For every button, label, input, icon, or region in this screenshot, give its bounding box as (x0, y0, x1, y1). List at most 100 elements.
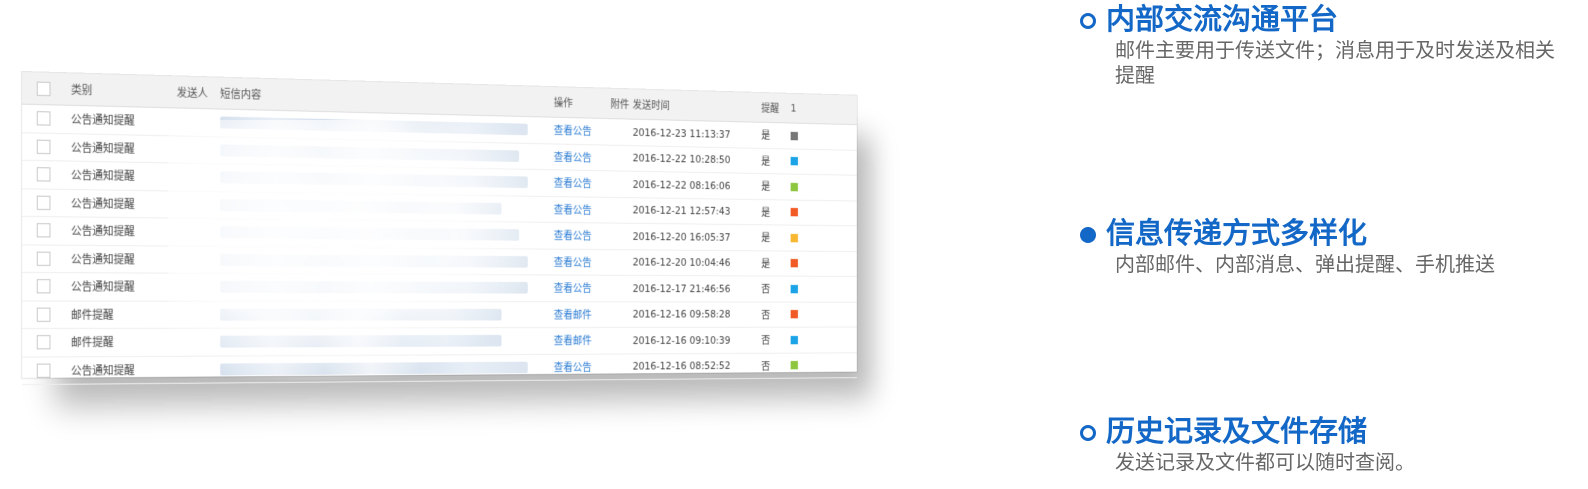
table-row[interactable]: 公告通知提醒 查看公告 2016-12-16 08:52:52 否 (22, 352, 857, 386)
row-content (220, 192, 554, 222)
row-remind: 是 (761, 155, 771, 168)
row-action-link[interactable]: 查看公告 (554, 359, 611, 375)
row-type: 公告通知提醒 (70, 224, 135, 239)
row-action-link[interactable]: 查看公告 (554, 149, 611, 165)
row-content (220, 328, 554, 355)
row-time: 2016-12-21 12:57:43 (632, 204, 731, 218)
blurred-content (220, 308, 502, 321)
blurred-content (220, 226, 520, 241)
blurred-content (220, 280, 528, 294)
row-time: 2016-12-20 16:05:37 (632, 230, 731, 244)
row-action-link[interactable]: 查看公告 (554, 280, 611, 295)
row-action-link[interactable]: 查看公告 (554, 228, 611, 244)
row-checkbox-cell (22, 139, 65, 154)
row-attachment (611, 132, 633, 133)
feature-list: 内部交流沟通平台 邮件主要用于传送文件；消息用于及时发送及相关提醒 信息传递方式… (1080, 0, 1580, 489)
row-remind: 是 (761, 231, 771, 245)
blurred-content (220, 253, 528, 268)
row-remind: 是 (761, 206, 771, 219)
row-checkbox[interactable] (36, 223, 51, 238)
feature-item-communication: 内部交流沟通平台 邮件主要用于传送文件；消息用于及时发送及相关提醒 (1080, 6, 1580, 89)
row-time: 2016-12-23 11:13:37 (632, 126, 731, 141)
row-remind: 否 (761, 334, 771, 347)
row-checkbox[interactable] (36, 335, 51, 350)
row-type: 公告通知提醒 (70, 113, 135, 128)
row-type: 公告通知提醒 (70, 196, 135, 211)
row-checkbox[interactable] (36, 167, 51, 182)
feature-title-text: 内部交流沟通平台 (1106, 4, 1339, 36)
color-flag-icon (790, 233, 798, 243)
row-checkbox[interactable] (36, 139, 51, 154)
color-flag-icon (790, 284, 798, 294)
header-remind[interactable]: 提醒 (761, 100, 790, 116)
feature-title-text: 历史记录及文件存储 (1106, 416, 1368, 448)
blurred-content (220, 334, 502, 348)
row-type: 公告通知提醒 (70, 363, 135, 378)
row-checkbox-cell (22, 167, 65, 182)
row-flag-cell (790, 131, 807, 141)
row-checkbox[interactable] (36, 363, 51, 378)
header-flag[interactable]: 1 (791, 102, 807, 114)
row-flag-cell (790, 361, 807, 370)
row-type: 公告通知提醒 (70, 280, 135, 294)
row-flag-cell (790, 335, 807, 345)
header-attachment[interactable]: 附件 (611, 96, 633, 112)
row-action-link[interactable]: 查看邮件 (554, 333, 611, 348)
table-row[interactable]: 公告通知提醒 查看公告 2016-12-20 10:04:46 是 (22, 244, 857, 277)
row-action-link[interactable]: 查看公告 (554, 254, 611, 270)
row-content (220, 164, 554, 195)
feature-item-history: 历史记录及文件存储 发送记录及文件都可以随时查阅。 (1080, 418, 1580, 476)
color-flag-icon (790, 182, 798, 192)
blurred-content (220, 116, 528, 136)
row-flag-cell (790, 233, 807, 243)
feature-title: 内部交流沟通平台 (1080, 6, 1580, 35)
row-checkbox[interactable] (36, 251, 51, 266)
blurred-content (220, 171, 528, 189)
row-time: 2016-12-16 08:52:52 (632, 359, 731, 373)
blurred-content (220, 143, 520, 162)
row-type: 邮件提醒 (70, 308, 114, 322)
row-action-link[interactable]: 查看邮件 (554, 307, 611, 322)
row-checkbox-cell (22, 279, 65, 294)
row-remind: 是 (761, 129, 771, 142)
row-sender (177, 149, 220, 150)
row-checkbox[interactable] (36, 307, 51, 322)
row-checkbox[interactable] (36, 279, 51, 294)
screenshot-stage: 类别 发送人 短信内容 操作 附件 发送时间 提醒 1 公告通知提醒 查看公告 20… (0, 0, 1040, 489)
row-checkbox[interactable] (36, 111, 51, 126)
row-time: 2016-12-17 21:46:56 (632, 282, 731, 295)
row-action-link[interactable]: 查看公告 (554, 123, 611, 140)
header-type[interactable]: 类别 (65, 81, 177, 100)
row-remind: 否 (761, 283, 771, 296)
row-flag-cell (790, 284, 807, 294)
blurred-content (220, 198, 502, 215)
row-checkbox-cell (22, 223, 65, 238)
filled-circle-icon (1080, 226, 1096, 243)
row-action-link[interactable]: 查看公告 (554, 202, 611, 218)
row-type: 公告通知提醒 (70, 252, 135, 267)
row-flag-cell (790, 208, 807, 217)
header-action[interactable]: 操作 (554, 94, 611, 111)
row-time: 2016-12-22 10:28:50 (632, 152, 731, 167)
select-all-checkbox[interactable] (36, 81, 51, 96)
feature-description: 邮件主要用于传送文件；消息用于及时发送及相关提醒 (1115, 40, 1555, 87)
row-type: 公告通知提醒 (70, 168, 135, 184)
header-time[interactable]: 发送时间 (633, 96, 762, 114)
row-action-link[interactable]: 查看公告 (554, 175, 611, 191)
table-row[interactable]: 邮件提醒 查看邮件 2016-12-16 09:58:28 否 (22, 300, 857, 330)
color-flag-icon (790, 310, 798, 319)
row-time: 2016-12-22 08:16:06 (632, 178, 731, 192)
row-content (220, 246, 554, 274)
table-row[interactable]: 公告通知提醒 查看公告 2016-12-17 21:46:56 否 (22, 272, 857, 303)
row-remind: 否 (761, 359, 771, 373)
row-content (220, 301, 554, 327)
feature-title: 历史记录及文件存储 (1080, 418, 1580, 447)
header-sender[interactable]: 发送人 (177, 84, 220, 101)
row-type: 公告通知提醒 (70, 141, 135, 156)
table-body: 公告通知提醒 查看公告 2016-12-23 11:13:37 是公告通知提醒 查看公告… (22, 104, 857, 386)
row-checkbox-cell (22, 335, 65, 350)
row-content (220, 354, 554, 382)
row-checkbox-cell (22, 307, 65, 322)
row-checkbox[interactable] (36, 195, 51, 210)
feature-description: 内部邮件、内部消息、弹出提醒、手机推送 (1115, 254, 1495, 276)
